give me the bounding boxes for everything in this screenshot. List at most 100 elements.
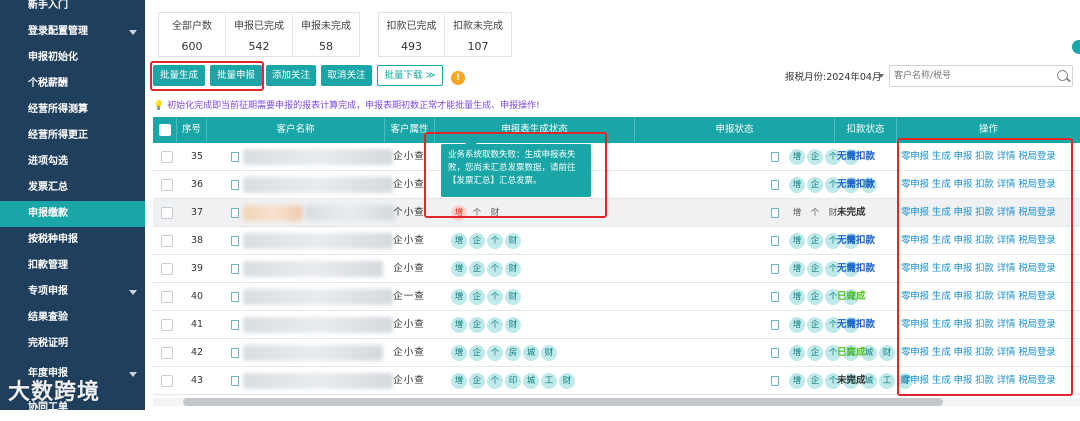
table-row[interactable]: 36 企小查增企个工财无需扣款 零申报 生成 申报 扣款 详情 税局登录 — [153, 171, 1080, 199]
chevron-down-icon[interactable] — [878, 74, 884, 78]
action-link[interactable]: 生成 — [932, 347, 951, 358]
batch-declare-button[interactable]: 批量申报 — [210, 65, 262, 86]
scrollbar-thumb[interactable] — [183, 398, 943, 406]
table-row[interactable]: 38 企小查增企个财增企个财无需扣款 零申报 生成 申报 扣款 详情 税局登录 — [153, 227, 1080, 255]
sidebar-item[interactable]: 申报初始化 — [0, 45, 145, 71]
action-link[interactable]: 申报 — [954, 263, 973, 274]
action-link[interactable]: 税局登录 — [1018, 235, 1055, 246]
add-follow-button[interactable]: 添加关注 — [266, 65, 316, 86]
action-link[interactable]: 详情 — [997, 207, 1016, 218]
stat-card[interactable]: 申报已完成 542 — [226, 13, 293, 56]
sidebar-item[interactable]: 个税薪酬 — [0, 71, 145, 97]
action-link[interactable]: 扣款 — [975, 151, 994, 162]
action-link[interactable]: 零申报 — [901, 235, 929, 246]
action-link[interactable]: 详情 — [997, 347, 1016, 358]
row-checkbox[interactable] — [161, 319, 173, 331]
table-row[interactable]: 42 企小查增企个房城财增企个房城财已完成 零申报 生成 申报 扣款 详情 税局登录 — [153, 339, 1080, 367]
action-link[interactable]: 税局登录 — [1018, 319, 1055, 330]
action-link[interactable]: 生成 — [932, 151, 951, 162]
action-link[interactable]: 税局登录 — [1018, 375, 1055, 386]
action-link[interactable]: 税局登录 — [1018, 151, 1055, 162]
help-float-icon[interactable] — [1072, 40, 1080, 54]
row-checkbox[interactable] — [161, 263, 173, 275]
table-row[interactable]: 35 企小查增企个财无需扣款 零申报 生成 申报 扣款 详情 税局登录 — [153, 143, 1080, 171]
action-link[interactable]: 税局登录 — [1018, 347, 1055, 358]
action-link[interactable]: 税局登录 — [1018, 179, 1055, 190]
document-icon[interactable] — [771, 180, 779, 190]
action-link[interactable]: 详情 — [997, 235, 1016, 246]
action-link[interactable]: 生成 — [932, 179, 951, 190]
document-icon[interactable] — [771, 376, 779, 386]
document-icon[interactable] — [231, 208, 239, 218]
sidebar-item[interactable]: 经营所得更正 — [0, 123, 145, 149]
action-link[interactable]: 扣款 — [975, 207, 994, 218]
action-link[interactable]: 详情 — [997, 291, 1016, 302]
sidebar-item[interactable]: 按税种申报 — [0, 227, 145, 253]
row-checkbox[interactable] — [161, 235, 173, 247]
sidebar-item[interactable]: 新手入门 — [0, 0, 145, 19]
action-link[interactable]: 生成 — [932, 235, 951, 246]
action-link[interactable]: 详情 — [997, 319, 1016, 330]
sidebar-item[interactable]: 申报缴款 — [0, 201, 145, 227]
document-icon[interactable] — [771, 292, 779, 302]
sidebar-item[interactable]: 登录配置管理 — [0, 19, 145, 45]
cancel-follow-button[interactable]: 取消关注 — [321, 65, 372, 86]
document-icon[interactable] — [231, 180, 239, 190]
action-link[interactable]: 申报 — [954, 347, 973, 358]
sidebar-item[interactable]: 结果查验 — [0, 305, 145, 331]
action-link[interactable]: 扣款 — [975, 263, 994, 274]
document-icon[interactable] — [771, 348, 779, 358]
row-checkbox[interactable] — [161, 207, 173, 219]
action-link[interactable]: 零申报 — [901, 291, 929, 302]
action-link[interactable]: 申报 — [954, 235, 973, 246]
action-link[interactable]: 扣款 — [975, 291, 994, 302]
action-link[interactable]: 零申报 — [901, 347, 929, 358]
sidebar-item[interactable]: 完税证明 — [0, 331, 145, 357]
row-checkbox[interactable] — [161, 347, 173, 359]
sidebar-item[interactable]: 进项勾选 — [0, 149, 145, 175]
action-link[interactable]: 零申报 — [901, 179, 929, 190]
action-link[interactable]: 详情 — [997, 151, 1016, 162]
action-link[interactable]: 申报 — [954, 291, 973, 302]
action-link[interactable]: 零申报 — [901, 151, 929, 162]
action-link[interactable]: 申报 — [954, 375, 973, 386]
action-link[interactable]: 详情 — [997, 263, 1016, 274]
document-icon[interactable] — [771, 208, 779, 218]
stat-card[interactable]: 扣款未完成 107 — [445, 13, 511, 56]
select-all-checkbox[interactable] — [159, 124, 171, 136]
info-icon[interactable]: ! — [451, 71, 465, 85]
action-link[interactable]: 税局登录 — [1018, 263, 1055, 274]
sidebar-item[interactable]: 经营所得测算 — [0, 97, 145, 123]
sidebar-item[interactable]: 专项申报 — [0, 279, 145, 305]
search-input[interactable] — [890, 66, 1050, 86]
action-link[interactable]: 扣款 — [975, 235, 994, 246]
stat-card[interactable]: 全部户数 600 — [159, 13, 226, 56]
action-link[interactable]: 零申报 — [901, 207, 929, 218]
action-link[interactable]: 详情 — [997, 179, 1016, 190]
action-link[interactable]: 扣款 — [975, 375, 994, 386]
action-link[interactable]: 税局登录 — [1018, 207, 1055, 218]
action-link[interactable]: 申报 — [954, 179, 973, 190]
action-link[interactable]: 申报 — [954, 319, 973, 330]
document-icon[interactable] — [231, 320, 239, 330]
action-link[interactable]: 生成 — [932, 263, 951, 274]
action-link[interactable]: 申报 — [954, 207, 973, 218]
document-icon[interactable] — [771, 320, 779, 330]
document-icon[interactable] — [771, 264, 779, 274]
action-link[interactable]: 扣款 — [975, 347, 994, 358]
table-row[interactable]: 39 企小查增企个财增企个财无需扣款 零申报 生成 申报 扣款 详情 税局登录 — [153, 255, 1080, 283]
action-link[interactable]: 生成 — [932, 291, 951, 302]
search-icon[interactable] — [1057, 70, 1068, 81]
action-link[interactable]: 生成 — [932, 207, 951, 218]
document-icon[interactable] — [231, 264, 239, 274]
document-icon[interactable] — [771, 236, 779, 246]
sidebar-item[interactable]: 扣款管理 — [0, 253, 145, 279]
document-icon[interactable] — [231, 292, 239, 302]
action-link[interactable]: 扣款 — [975, 319, 994, 330]
action-link[interactable]: 税局登录 — [1018, 291, 1055, 302]
tax-month-select[interactable]: 报税月份:2024年04月 — [785, 69, 881, 83]
row-checkbox[interactable] — [161, 375, 173, 387]
batch-generate-button[interactable]: 批量生成 — [153, 65, 205, 86]
document-icon[interactable] — [231, 348, 239, 358]
row-checkbox[interactable] — [161, 179, 173, 191]
